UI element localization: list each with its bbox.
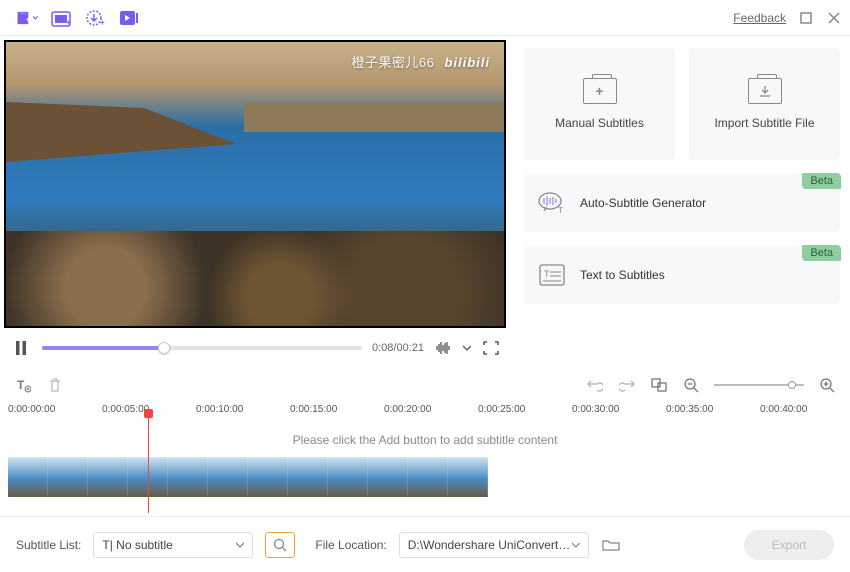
- add-file-icon[interactable]: +: [16, 7, 38, 29]
- audio-waveform-icon[interactable]: [434, 339, 452, 357]
- titlebar-right: Feedback: [733, 10, 842, 26]
- import-icon: [748, 78, 782, 104]
- import-subtitle-card[interactable]: Import Subtitle File: [689, 48, 840, 160]
- subtitle-list-label: Subtitle List:: [16, 538, 81, 552]
- svg-text:T: T: [558, 206, 563, 215]
- timeline-hint: Please click the Add button to add subti…: [8, 419, 842, 457]
- file-location-label: File Location:: [315, 538, 386, 552]
- video-track[interactable]: [8, 457, 842, 497]
- card-row-1: + Manual Subtitles Import Subtitle File: [524, 48, 840, 160]
- beta-badge-2: Beta: [802, 245, 841, 261]
- time-mark: 0:00:00:00: [8, 404, 102, 415]
- maximize-icon[interactable]: [798, 10, 814, 26]
- auto-subtitle-icon: T: [538, 189, 566, 217]
- close-icon[interactable]: [826, 10, 842, 26]
- open-folder-icon[interactable]: [601, 536, 621, 554]
- pause-button[interactable]: [10, 337, 32, 359]
- time-mark: 0:00:30:00: [572, 404, 666, 415]
- zoom-slider[interactable]: [714, 384, 804, 386]
- watermark-logo: bilibili: [444, 55, 490, 70]
- undo-icon[interactable]: [586, 376, 604, 394]
- search-subtitle-button[interactable]: [265, 532, 295, 558]
- text-to-sub-label: Text to Subtitles: [580, 268, 665, 282]
- svg-text:+: +: [66, 18, 71, 27]
- video-watermark: 橙子果密儿66 bilibili: [351, 52, 490, 71]
- time-mark: 0:00:10:00: [196, 404, 290, 415]
- feedback-link[interactable]: Feedback: [733, 11, 786, 25]
- text-to-subtitles-card[interactable]: Beta T Text to Subtitles: [524, 246, 840, 304]
- time-mark: 0:00:40:00: [760, 404, 850, 415]
- fullscreen-icon[interactable]: [482, 339, 500, 357]
- zoom-in-icon[interactable]: [818, 376, 836, 394]
- watermark-text: 橙子果密儿66: [351, 55, 434, 70]
- download-icon[interactable]: +: [84, 7, 106, 29]
- file-location-select[interactable]: D:\Wondershare UniConverter 1: [399, 532, 589, 558]
- timeline-ruler[interactable]: 0:00:00:00 0:00:05:00 0:00:10:00 0:00:15…: [8, 402, 842, 419]
- footer: Subtitle List: T| No subtitle File Locat…: [0, 516, 850, 572]
- toolbar-left: T: [14, 376, 64, 394]
- side-panel: + Manual Subtitles Import Subtitle File …: [510, 36, 850, 368]
- main: 橙子果密儿66 bilibili 0:08/00:21 +: [0, 36, 850, 368]
- track-thumbnails: [8, 457, 488, 497]
- export-button: Export: [744, 530, 834, 560]
- time-mark: 0:00:25:00: [478, 404, 572, 415]
- text-to-sub-icon: T: [538, 261, 566, 289]
- subtitle-list-select[interactable]: T| No subtitle: [93, 532, 253, 558]
- playhead[interactable]: [148, 409, 149, 513]
- zoom-thumb[interactable]: [788, 381, 796, 389]
- manual-icon: +: [583, 78, 617, 104]
- svg-text:+: +: [100, 18, 105, 27]
- zoom-out-icon[interactable]: [682, 376, 700, 394]
- beta-badge: Beta: [802, 173, 841, 189]
- time-display: 0:08/00:21: [372, 342, 424, 354]
- add-folder-icon[interactable]: +: [50, 7, 72, 29]
- auto-subtitle-label: Auto-Subtitle Generator: [580, 196, 706, 210]
- svg-text:T: T: [17, 378, 25, 392]
- player-controls: 0:08/00:21: [0, 328, 510, 368]
- time-mark: 0:00:15:00: [290, 404, 384, 415]
- seek-slider[interactable]: [42, 346, 362, 350]
- svg-text:T: T: [544, 269, 550, 279]
- toolbar-right: [586, 376, 836, 394]
- delete-icon[interactable]: [46, 376, 64, 394]
- import-label: Import Subtitle File: [714, 116, 814, 130]
- timeline-toolbar: T: [0, 368, 850, 402]
- auto-subtitle-card[interactable]: Beta T Auto-Subtitle Generator: [524, 174, 840, 232]
- redo-icon[interactable]: [618, 376, 636, 394]
- add-text-icon[interactable]: T: [14, 376, 32, 394]
- timeline: 0:00:00:00 0:00:05:00 0:00:10:00 0:00:15…: [0, 402, 850, 497]
- manual-label: Manual Subtitles: [555, 116, 644, 130]
- record-icon[interactable]: [118, 7, 140, 29]
- titlebar: + + + Feedback: [0, 0, 850, 36]
- svg-text:+: +: [26, 16, 30, 23]
- snap-icon[interactable]: [650, 376, 668, 394]
- seek-thumb[interactable]: [158, 342, 170, 354]
- video-area: 橙子果密儿66 bilibili 0:08/00:21: [0, 36, 510, 368]
- time-mark: 0:00:35:00: [666, 404, 760, 415]
- chevron-down-icon[interactable]: [462, 339, 472, 357]
- manual-subtitles-card[interactable]: + Manual Subtitles: [524, 48, 675, 160]
- time-mark: 0:00:20:00: [384, 404, 478, 415]
- titlebar-left: + + +: [8, 7, 140, 29]
- video-preview[interactable]: 橙子果密儿66 bilibili: [4, 40, 506, 328]
